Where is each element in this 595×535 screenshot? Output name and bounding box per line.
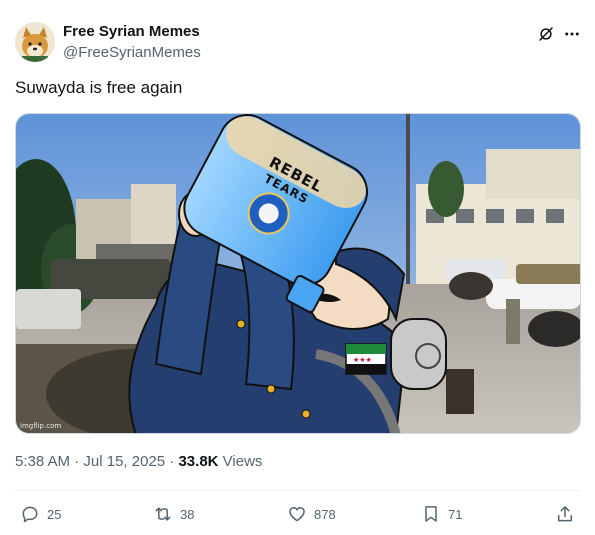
like-count: 878 [314, 506, 336, 522]
grok-icon[interactable] [537, 25, 555, 43]
avatar[interactable] [15, 22, 55, 62]
reply-count: 25 [47, 506, 62, 522]
dog-avatar-icon [15, 22, 55, 62]
views-label: Views [222, 453, 263, 470]
image-watermark: imgflip.com [20, 422, 62, 430]
tweet-date[interactable]: Jul 15, 2025 [83, 453, 165, 470]
like-button[interactable]: 878 [287, 500, 336, 528]
more-icon[interactable] [563, 25, 581, 43]
bookmark-button[interactable]: 71 [421, 500, 462, 528]
meme-image: ★★★ REBEL TEARS [16, 114, 580, 433]
tweet-time[interactable]: 5:38 AM [15, 453, 70, 470]
share-icon [558, 506, 572, 522]
bookmark-count: 71 [448, 506, 463, 522]
meta-separator-2: · [169, 453, 175, 470]
svg-text:★★★: ★★★ [353, 356, 372, 364]
tweet-media-image[interactable]: ★★★ REBEL TEARS imgflip.com [15, 113, 581, 434]
tweet-text: Suwayda is free again [15, 78, 183, 97]
reply-button[interactable]: 25 [20, 500, 61, 528]
like-icon [289, 507, 305, 522]
divider [15, 490, 581, 491]
meta-separator: · [74, 453, 80, 470]
account-handle[interactable]: @FreeSyrianMemes [63, 44, 201, 61]
display-name[interactable]: Free Syrian Memes [63, 23, 200, 40]
tweet-header: Free Syrian Memes @FreeSyrianMemes [15, 22, 583, 64]
repost-button[interactable]: 38 [153, 500, 194, 528]
reply-icon [22, 506, 38, 523]
tweet-meta: 5:38 AM · Jul 15, 2025 · 33.8K Views [15, 453, 262, 470]
share-button[interactable] [555, 500, 575, 528]
action-bar: 25 38 878 71 [15, 500, 581, 528]
views-count: 33.8K [178, 453, 219, 470]
repost-count: 38 [180, 506, 195, 522]
bookmark-icon [425, 506, 437, 522]
repost-icon [155, 507, 171, 521]
